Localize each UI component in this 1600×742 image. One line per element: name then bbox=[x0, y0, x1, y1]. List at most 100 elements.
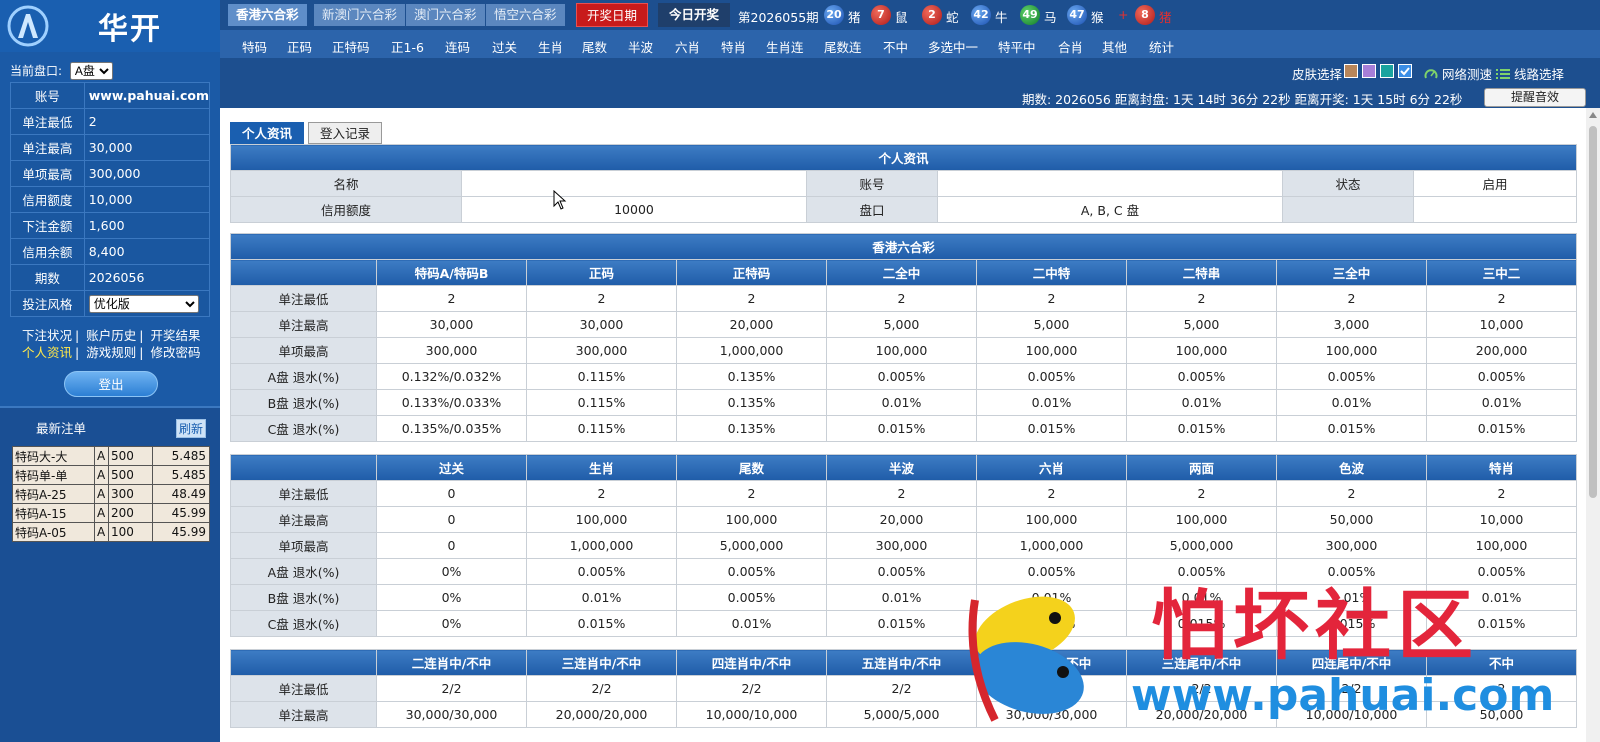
account-value bbox=[937, 170, 1283, 197]
menu-item[interactable]: 生肖 bbox=[538, 37, 563, 56]
sound-alert-button[interactable]: 提醒音效 bbox=[1484, 88, 1586, 107]
table-cell: 200,000 bbox=[1425, 337, 1578, 364]
menu-item[interactable]: 特肖 bbox=[721, 37, 746, 56]
menu-item[interactable]: 特码 bbox=[242, 37, 267, 56]
menu-item[interactable]: 连码 bbox=[445, 37, 470, 56]
table-cell: 0.135% bbox=[676, 415, 827, 442]
table-cell: 5,000 bbox=[826, 311, 977, 338]
table-cell: 2 bbox=[1276, 480, 1427, 507]
info-row: 账号 www.pahuai.com bbox=[10, 82, 211, 109]
scrollbar[interactable] bbox=[1586, 108, 1600, 742]
scroll-up-icon[interactable] bbox=[1589, 112, 1597, 118]
table-cell: 0.015% bbox=[826, 610, 977, 637]
info-value: 8,400 bbox=[83, 238, 211, 265]
profile-caption: 个人资讯 bbox=[229, 144, 1578, 171]
tab-login-records[interactable]: 登入记录 bbox=[308, 122, 382, 144]
menu-item[interactable]: 统计 bbox=[1149, 37, 1174, 56]
bet-amount: 200 bbox=[108, 503, 153, 523]
link-bet-status[interactable]: 下注状况 bbox=[22, 328, 72, 343]
table-cell: 20,000/20,000 bbox=[1126, 701, 1277, 728]
scroll-thumb[interactable] bbox=[1589, 126, 1597, 498]
table-cell: 100,000 bbox=[526, 506, 677, 533]
link-change-password[interactable]: 修改密码 bbox=[150, 345, 200, 360]
link-game-rules[interactable]: 游戏规则 bbox=[86, 345, 136, 360]
column-header: 色波 bbox=[1276, 454, 1427, 481]
draw-ball: 2 bbox=[922, 5, 942, 25]
menu-item[interactable]: 过关 bbox=[492, 37, 517, 56]
table-cell: 100,000 bbox=[1426, 532, 1577, 559]
lottery-tab-hk[interactable]: 香港六合彩 bbox=[228, 4, 307, 26]
table-cell: 30,000/30,000 bbox=[976, 701, 1127, 728]
bet-pan: A bbox=[94, 484, 109, 504]
lottery-tab-wukong[interactable]: 悟空六合彩 bbox=[486, 4, 565, 26]
table-row: 单注最低 2/2 2/2 2/2 2/2 2/2 2/2 2/2 2 bbox=[230, 675, 1577, 702]
bet-odds: 45.99 bbox=[152, 522, 210, 542]
column-header: 二连尾中/不中 bbox=[976, 649, 1127, 676]
table-cell: 300,000 bbox=[376, 337, 527, 364]
skin-swatch[interactable] bbox=[1380, 64, 1394, 78]
lottery-tab-new-macau[interactable]: 新澳门六合彩 bbox=[314, 4, 406, 26]
menu-item[interactable]: 尾数 bbox=[582, 37, 607, 56]
skin-swatch[interactable] bbox=[1344, 64, 1358, 78]
link-personal-info[interactable]: 个人资讯 bbox=[22, 345, 72, 360]
recent-bets-header: 最新注单 刷新 bbox=[0, 408, 220, 438]
column-header: 四连肖中/不中 bbox=[676, 649, 827, 676]
row-label: 单注最低 bbox=[230, 480, 377, 507]
table-cell: 2 bbox=[1425, 285, 1578, 312]
menu-item[interactable]: 不中 bbox=[883, 37, 908, 56]
empty-value bbox=[1412, 196, 1578, 223]
tab-personal-info[interactable]: 个人资讯 bbox=[230, 122, 304, 144]
info-value: 2026056 bbox=[83, 264, 211, 291]
column-header: 不中 bbox=[1426, 649, 1577, 676]
bet-style-select[interactable]: 优化版 bbox=[88, 294, 199, 313]
column-header: 二特串 bbox=[1126, 259, 1277, 286]
menu-item[interactable]: 六肖 bbox=[675, 37, 700, 56]
pankou-label: 当前盘口: bbox=[10, 64, 63, 78]
menu-item[interactable]: 多选中一 bbox=[928, 37, 978, 56]
column-header: 正码 bbox=[526, 259, 677, 286]
row-label: B盘 退水(%) bbox=[230, 584, 377, 611]
table-cell: 20,000/20,000 bbox=[526, 701, 677, 728]
open-date-button[interactable]: 开奖日期 bbox=[576, 3, 648, 27]
pankou-select[interactable]: A盘 bbox=[69, 62, 113, 80]
table-cell: 2 bbox=[1276, 285, 1427, 312]
table-cell: 100,000 bbox=[676, 506, 827, 533]
bet-item: 特码单-单 bbox=[12, 465, 95, 485]
skin-swatch[interactable] bbox=[1362, 64, 1376, 78]
menu-item[interactable]: 正1-6 bbox=[391, 37, 424, 56]
table-cell: 0% bbox=[376, 558, 527, 585]
link-draw-results[interactable]: 开奖结果 bbox=[150, 328, 200, 343]
ball-zodiac: 蛇 bbox=[946, 10, 959, 25]
refresh-button[interactable]: 刷新 bbox=[176, 419, 206, 438]
network-test-link[interactable]: 网络测速 bbox=[1424, 64, 1492, 83]
logout-button[interactable]: 登出 bbox=[64, 371, 158, 397]
table-cell: 10,000/10,000 bbox=[676, 701, 827, 728]
menu-item[interactable]: 正码 bbox=[287, 37, 312, 56]
lottery-tab-macau[interactable]: 澳门六合彩 bbox=[406, 4, 485, 26]
menu-item[interactable]: 正特码 bbox=[332, 37, 370, 56]
bet-amount: 300 bbox=[108, 484, 153, 504]
menu-item[interactable]: 半波 bbox=[628, 37, 653, 56]
table-cell: 2/2 bbox=[976, 675, 1127, 702]
bet-item: 特码A-15 bbox=[12, 503, 95, 523]
table-cell: 0.015% bbox=[1126, 415, 1277, 442]
table-cell: 5,000 bbox=[976, 311, 1127, 338]
game-menu: 特码 正码 正特码 正1-6 连码 过关 生肖 尾数 半波 六肖 特肖 生肖连 尾数连 不中 多选中一 特平中… bbox=[220, 30, 1600, 58]
info-value: 30,000 bbox=[83, 134, 211, 161]
menu-item[interactable]: 特平中 bbox=[998, 37, 1036, 56]
menu-item[interactable]: 生肖连 bbox=[766, 37, 804, 56]
table-cell: 0.01% bbox=[826, 584, 977, 611]
link-account-history[interactable]: 账户历史 bbox=[86, 328, 136, 343]
menu-item[interactable]: 合肖 bbox=[1058, 37, 1083, 56]
menu-item[interactable]: 尾数连 bbox=[824, 37, 862, 56]
table-cell: 0.015% bbox=[526, 610, 677, 637]
pankou-row: 当前盘口: A盘 bbox=[0, 52, 220, 82]
menu-item[interactable]: 其他 bbox=[1102, 37, 1127, 56]
skin-swatch[interactable] bbox=[1398, 64, 1412, 78]
line-select-link[interactable]: 线路选择 bbox=[1496, 64, 1564, 83]
table-cell: 0.01% bbox=[676, 610, 827, 637]
table-row: 单注最低 0 2 2 2 2 2 2 2 bbox=[230, 480, 1577, 507]
column-header: 四连尾中/不中 bbox=[1276, 649, 1427, 676]
draw-ball: 20 bbox=[824, 5, 844, 25]
ball-zodiac: 牛 bbox=[995, 10, 1008, 25]
